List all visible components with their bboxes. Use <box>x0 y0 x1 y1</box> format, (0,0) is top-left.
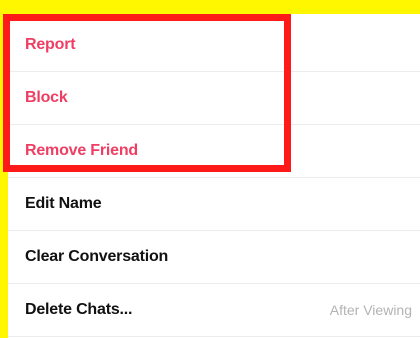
block-option[interactable]: Block <box>8 72 420 125</box>
edit-name-option[interactable]: Edit Name <box>8 178 420 231</box>
report-option[interactable]: Report <box>8 19 420 72</box>
edit-name-option-label: Edit Name <box>25 195 102 212</box>
delete-chats-option[interactable]: Delete Chats... After Viewing <box>8 284 420 337</box>
top-strip <box>0 0 420 14</box>
report-option-label: Report <box>25 36 76 53</box>
chat-options-screen: Report Block Remove Friend Edit Name Cle… <box>0 0 420 338</box>
block-option-label: Block <box>25 89 68 106</box>
clear-conversation-option[interactable]: Clear Conversation <box>8 231 420 284</box>
delete-chats-setting-value: After Viewing <box>329 302 412 318</box>
remove-friend-option[interactable]: Remove Friend <box>8 125 420 178</box>
clear-conversation-option-label: Clear Conversation <box>25 248 169 265</box>
delete-chats-option-label: Delete Chats... <box>25 301 133 318</box>
options-sheet: Report Block Remove Friend Edit Name Cle… <box>8 14 420 338</box>
remove-friend-option-label: Remove Friend <box>25 142 138 159</box>
